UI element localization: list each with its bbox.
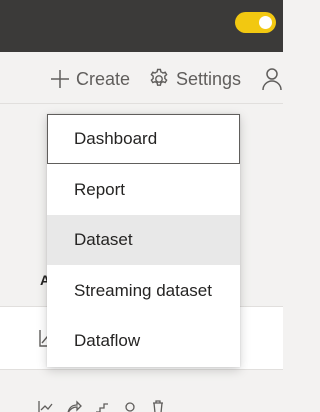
menu-item-streaming-dataset[interactable]: Streaming dataset [47, 266, 240, 316]
menu-item-label: Report [74, 180, 126, 199]
row-actions [38, 400, 166, 412]
analyze-icon[interactable] [38, 400, 54, 412]
delete-icon[interactable] [150, 400, 166, 412]
share-icon[interactable] [66, 400, 82, 412]
settings-label: Settings [176, 68, 242, 89]
toggle-knob [259, 16, 272, 29]
toggle-switch[interactable] [235, 12, 276, 33]
menu-item-label: Dashboard [74, 129, 158, 148]
menu-item-dataflow[interactable]: Dataflow [47, 316, 240, 366]
person-icon [262, 68, 282, 91]
create-dropdown-menu: Dashboard Report Dataset Streaming datas… [47, 114, 240, 367]
lineage-icon[interactable] [94, 400, 110, 412]
menu-item-report[interactable]: Report [47, 165, 240, 215]
create-label: Create [76, 68, 131, 89]
plus-icon [51, 70, 69, 88]
menu-item-label: Dataflow [74, 331, 141, 350]
menu-item-label: Streaming dataset [74, 281, 212, 300]
account-button[interactable] [261, 66, 283, 92]
gear-icon [150, 68, 168, 86]
top-bar [0, 0, 283, 52]
create-button[interactable]: Create [50, 66, 130, 92]
action-bar: Create Settings [0, 52, 283, 104]
menu-item-label: Dataset [74, 230, 133, 249]
menu-item-dashboard[interactable]: Dashboard [47, 114, 240, 164]
menu-item-dataset[interactable]: Dataset [47, 215, 240, 265]
settings-icon[interactable] [122, 400, 138, 412]
settings-button[interactable]: Settings [148, 66, 241, 92]
